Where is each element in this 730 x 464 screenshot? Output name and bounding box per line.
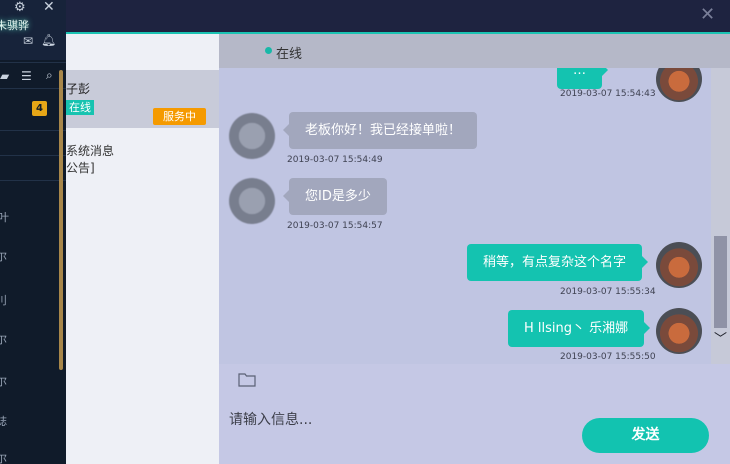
list-icon[interactable]: ☰ <box>21 69 32 83</box>
unread-count-badge: 4 <box>32 101 47 116</box>
avatar[interactable] <box>229 113 275 159</box>
divider <box>0 130 66 131</box>
message-timestamp: 2019-03-07 15:55:34 <box>560 287 656 297</box>
avatar[interactable] <box>656 242 702 288</box>
divider <box>0 88 66 89</box>
divider <box>0 62 66 63</box>
window-title-bar <box>66 0 730 32</box>
nav-item-label[interactable]: 尔 <box>0 373 7 389</box>
message-timestamp: 2019-03-07 15:54:49 <box>287 155 383 165</box>
nav-item-label[interactable]: 尔 <box>0 248 7 264</box>
folder-icon[interactable]: ▰ <box>0 69 9 83</box>
avatar[interactable] <box>656 308 702 354</box>
message-list: … 2019-03-07 15:54:43 老板你好！我已经接单啦！ 2019-… <box>219 68 711 364</box>
message-bubble: 老板你好！我已经接单啦！ <box>282 112 478 149</box>
online-dot-icon <box>265 47 272 54</box>
conversation-name: 子彭 <box>66 82 91 96</box>
message-timestamp: 2019-03-07 15:55:50 <box>560 352 656 362</box>
send-button[interactable]: 发送 <box>582 418 709 453</box>
serving-badge: 服务中 <box>153 108 206 125</box>
conversation-name[interactable]: 系统消息 <box>66 142 114 159</box>
close-icon[interactable]: ✕ <box>43 0 55 14</box>
divider <box>0 180 66 181</box>
folder-icon[interactable] <box>238 372 256 387</box>
chat-status: 在线 <box>276 47 303 62</box>
avatar[interactable] <box>656 68 702 102</box>
search-icon[interactable]: ⌕ <box>46 68 53 82</box>
conversation-subtitle: 公告] <box>66 161 95 175</box>
message-bubble: … <box>557 68 608 89</box>
username: 朱骐骅 <box>0 19 29 32</box>
nav-item-label[interactable]: 尔 <box>0 450 7 464</box>
close-icon[interactable]: ✕ <box>700 6 718 24</box>
nav-item-label[interactable]: 誌 <box>0 413 7 429</box>
avatar[interactable] <box>229 178 275 224</box>
divider <box>0 155 66 156</box>
message-bubble: H llsing丶 乐湘娜 <box>508 310 651 347</box>
message-bubble: 您ID是多少 <box>283 178 387 215</box>
conversation-list: 子彭 在线 服务中 系统消息 公告] <box>66 34 219 464</box>
message-input[interactable] <box>229 408 569 432</box>
scroll-thumb[interactable] <box>714 236 727 328</box>
message-timestamp: 2019-03-07 15:54:57 <box>287 221 383 231</box>
nav-item-label[interactable]: 叶 <box>0 209 9 225</box>
chevron-down-icon[interactable]: ﹀ <box>712 332 729 348</box>
gear-icon[interactable]: ⚙ <box>14 1 26 15</box>
message-timestamp: 2019-03-07 15:54:43 <box>560 89 656 99</box>
nav-item-label[interactable]: 尔 <box>0 331 7 347</box>
online-status-tag: 在线 <box>66 100 94 115</box>
nav-item-label[interactable]: 刂 <box>0 292 7 308</box>
left-app-panel: ⚙ ✕ 朱骐骅 ✉ 🔔︎ ▰ ☰ ⌕ 4 叶 尔 刂 尔 尔 誌 尔 <box>0 0 66 464</box>
message-bubble: 稍等，有点复杂这个名字 <box>467 244 649 281</box>
bell-icon[interactable]: 🔔︎ <box>41 33 56 47</box>
mail-icon[interactable]: ✉ <box>23 34 33 48</box>
panel-scrollbar[interactable] <box>59 70 63 370</box>
